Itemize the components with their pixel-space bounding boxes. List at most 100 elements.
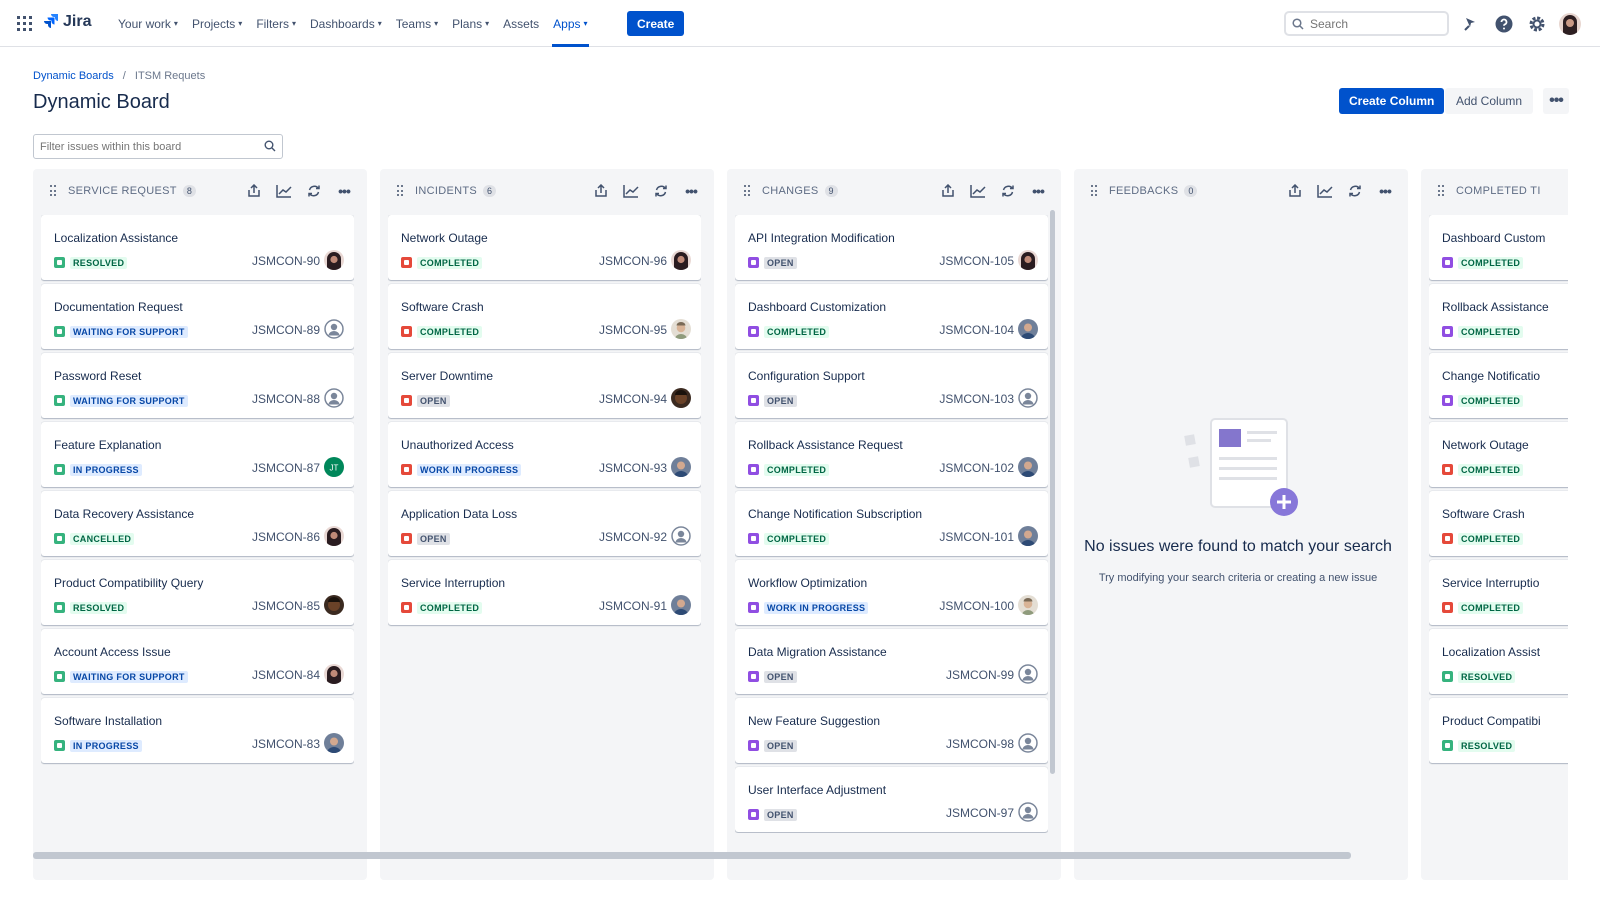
issue-card[interactable]: Documentation Request WAITING FOR SUPPORT…	[41, 284, 354, 349]
assignee-avatar[interactable]	[1018, 664, 1038, 684]
more-actions-button[interactable]: •••	[1543, 88, 1569, 114]
issue-key[interactable]: JSMCON-91	[599, 599, 667, 613]
jira-logo[interactable]: Jira	[43, 13, 91, 31]
chart-icon[interactable]	[620, 180, 642, 202]
issue-key[interactable]: JSMCON-88	[252, 392, 320, 406]
nav-item-your-work[interactable]: Your work ▾	[111, 0, 185, 47]
drag-handle-icon[interactable]	[744, 185, 752, 197]
issue-key[interactable]: JSMCON-100	[939, 599, 1014, 613]
nav-item-dashboards[interactable]: Dashboards ▾	[303, 0, 389, 47]
issue-card[interactable]: Account Access Issue WAITING FOR SUPPORT J…	[41, 629, 354, 694]
issue-card[interactable]: Application Data Loss OPEN JSMCON-92	[388, 491, 701, 556]
nav-item-apps[interactable]: Apps ▾	[546, 0, 594, 47]
issue-card[interactable]: Data Recovery Assistance CANCELLED JSMCON-…	[41, 491, 354, 556]
refresh-icon[interactable]	[1344, 180, 1366, 202]
issue-key[interactable]: JSMCON-104	[939, 323, 1014, 337]
issue-key[interactable]: JSMCON-93	[599, 461, 667, 475]
issue-card[interactable]: Software Crash COMPLETED	[1429, 491, 1568, 556]
issue-key[interactable]: JSMCON-95	[599, 323, 667, 337]
issue-key[interactable]: JSMCON-103	[939, 392, 1014, 406]
assignee-avatar[interactable]	[1018, 595, 1038, 615]
filter-input[interactable]	[40, 140, 255, 153]
assignee-avatar[interactable]	[671, 595, 691, 615]
issue-card[interactable]: Data Migration Assistance OPEN JSMCON-99	[735, 629, 1048, 694]
issue-card[interactable]: Rollback Assistance COMPLETED	[1429, 284, 1568, 349]
assignee-avatar[interactable]: JT	[324, 457, 344, 477]
assignee-avatar[interactable]	[671, 526, 691, 546]
issue-card[interactable]: Password Reset WAITING FOR SUPPORT JSMCON-…	[41, 353, 354, 418]
issue-card[interactable]: Localization Assistance RESOLVED JSMCON-90	[41, 215, 354, 280]
assignee-avatar[interactable]	[324, 595, 344, 615]
assignee-avatar[interactable]	[324, 319, 344, 339]
drag-handle-icon[interactable]	[1438, 185, 1446, 197]
help-icon[interactable]	[1493, 13, 1515, 35]
nav-item-teams[interactable]: Teams ▾	[389, 0, 445, 47]
more-icon[interactable]: •••	[333, 180, 355, 202]
app-switcher-icon[interactable]	[17, 16, 32, 31]
issue-card[interactable]: Server Downtime OPEN JSMCON-94	[388, 353, 701, 418]
issue-card[interactable]: Unauthorized Access WORK IN PROGRESS JSMCO…	[388, 422, 701, 487]
assignee-avatar[interactable]	[1018, 526, 1038, 546]
board-filter[interactable]	[33, 134, 283, 159]
issue-key[interactable]: JSMCON-92	[599, 530, 667, 544]
issue-key[interactable]: JSMCON-89	[252, 323, 320, 337]
assignee-avatar[interactable]	[671, 250, 691, 270]
assignee-avatar[interactable]	[671, 319, 691, 339]
issue-key[interactable]: JSMCON-105	[939, 254, 1014, 268]
issue-card[interactable]: Dashboard Custom COMPLETED	[1429, 215, 1568, 280]
assignee-avatar[interactable]	[671, 457, 691, 477]
nav-item-projects[interactable]: Projects ▾	[185, 0, 249, 47]
notifications-icon[interactable]	[1460, 13, 1482, 35]
assignee-avatar[interactable]	[1018, 802, 1038, 822]
more-icon[interactable]: •••	[1374, 180, 1396, 202]
issue-card[interactable]: Product Compatibi RESOLVED	[1429, 698, 1568, 763]
issue-card[interactable]: Workflow Optimization WORK IN PROGRESS JSM…	[735, 560, 1048, 625]
issue-card[interactable]: User Interface Adjustment OPEN JSMCON-97	[735, 767, 1048, 832]
drag-handle-icon[interactable]	[397, 185, 405, 197]
nav-item-assets[interactable]: Assets	[496, 0, 546, 47]
refresh-icon[interactable]	[997, 180, 1019, 202]
issue-key[interactable]: JSMCON-102	[939, 461, 1014, 475]
export-icon[interactable]	[937, 180, 959, 202]
issue-card[interactable]: Configuration Support OPEN JSMCON-103	[735, 353, 1048, 418]
assignee-avatar[interactable]	[671, 388, 691, 408]
export-icon[interactable]	[590, 180, 612, 202]
issue-key[interactable]: JSMCON-94	[599, 392, 667, 406]
issue-key[interactable]: JSMCON-86	[252, 530, 320, 544]
breadcrumb-current[interactable]: ITSM Requets	[135, 70, 205, 82]
horizontal-scrollbar[interactable]	[33, 852, 1351, 859]
more-icon[interactable]: •••	[1027, 180, 1049, 202]
issue-key[interactable]: JSMCON-85	[252, 599, 320, 613]
more-icon[interactable]: •••	[680, 180, 702, 202]
issue-card[interactable]: Product Compatibility Query RESOLVED JSMCO…	[41, 560, 354, 625]
assignee-avatar[interactable]	[324, 250, 344, 270]
export-icon[interactable]	[1284, 180, 1306, 202]
issue-card[interactable]: New Feature Suggestion OPEN JSMCON-98	[735, 698, 1048, 763]
assignee-avatar[interactable]	[1018, 319, 1038, 339]
issue-card[interactable]: API Integration Modification OPEN JSMCON-1…	[735, 215, 1048, 280]
assignee-avatar[interactable]	[1018, 388, 1038, 408]
issue-key[interactable]: JSMCON-98	[946, 737, 1014, 751]
search-box[interactable]	[1284, 11, 1449, 36]
breadcrumb-dynamic-boards[interactable]: Dynamic Boards	[33, 70, 114, 82]
issue-key[interactable]: JSMCON-96	[599, 254, 667, 268]
issue-key[interactable]: JSMCON-90	[252, 254, 320, 268]
assignee-avatar[interactable]	[1018, 457, 1038, 477]
issue-key[interactable]: JSMCON-101	[939, 530, 1014, 544]
issue-card[interactable]: Software Crash COMPLETED JSMCON-95	[388, 284, 701, 349]
issue-card[interactable]: Service Interruption COMPLETED JSMCON-91	[388, 560, 701, 625]
issue-key[interactable]: JSMCON-84	[252, 668, 320, 682]
assignee-avatar[interactable]	[1018, 250, 1038, 270]
issue-card[interactable]: Localization Assist RESOLVED	[1429, 629, 1568, 694]
drag-handle-icon[interactable]	[1091, 185, 1099, 197]
issue-card[interactable]: Service Interruptio COMPLETED	[1429, 560, 1568, 625]
assignee-avatar[interactable]	[1018, 733, 1038, 753]
profile-avatar[interactable]	[1559, 13, 1581, 35]
issue-key[interactable]: JSMCON-87	[252, 461, 320, 475]
drag-handle-icon[interactable]	[50, 185, 58, 197]
vertical-scrollbar[interactable]	[1050, 210, 1055, 774]
add-column-button[interactable]: Add Column	[1445, 88, 1534, 114]
issue-card[interactable]: Feature Explanation IN PROGRESS JSMCON-87 J…	[41, 422, 354, 487]
issue-card[interactable]: Network Outage COMPLETED JSMCON-96	[388, 215, 701, 280]
export-icon[interactable]	[243, 180, 265, 202]
